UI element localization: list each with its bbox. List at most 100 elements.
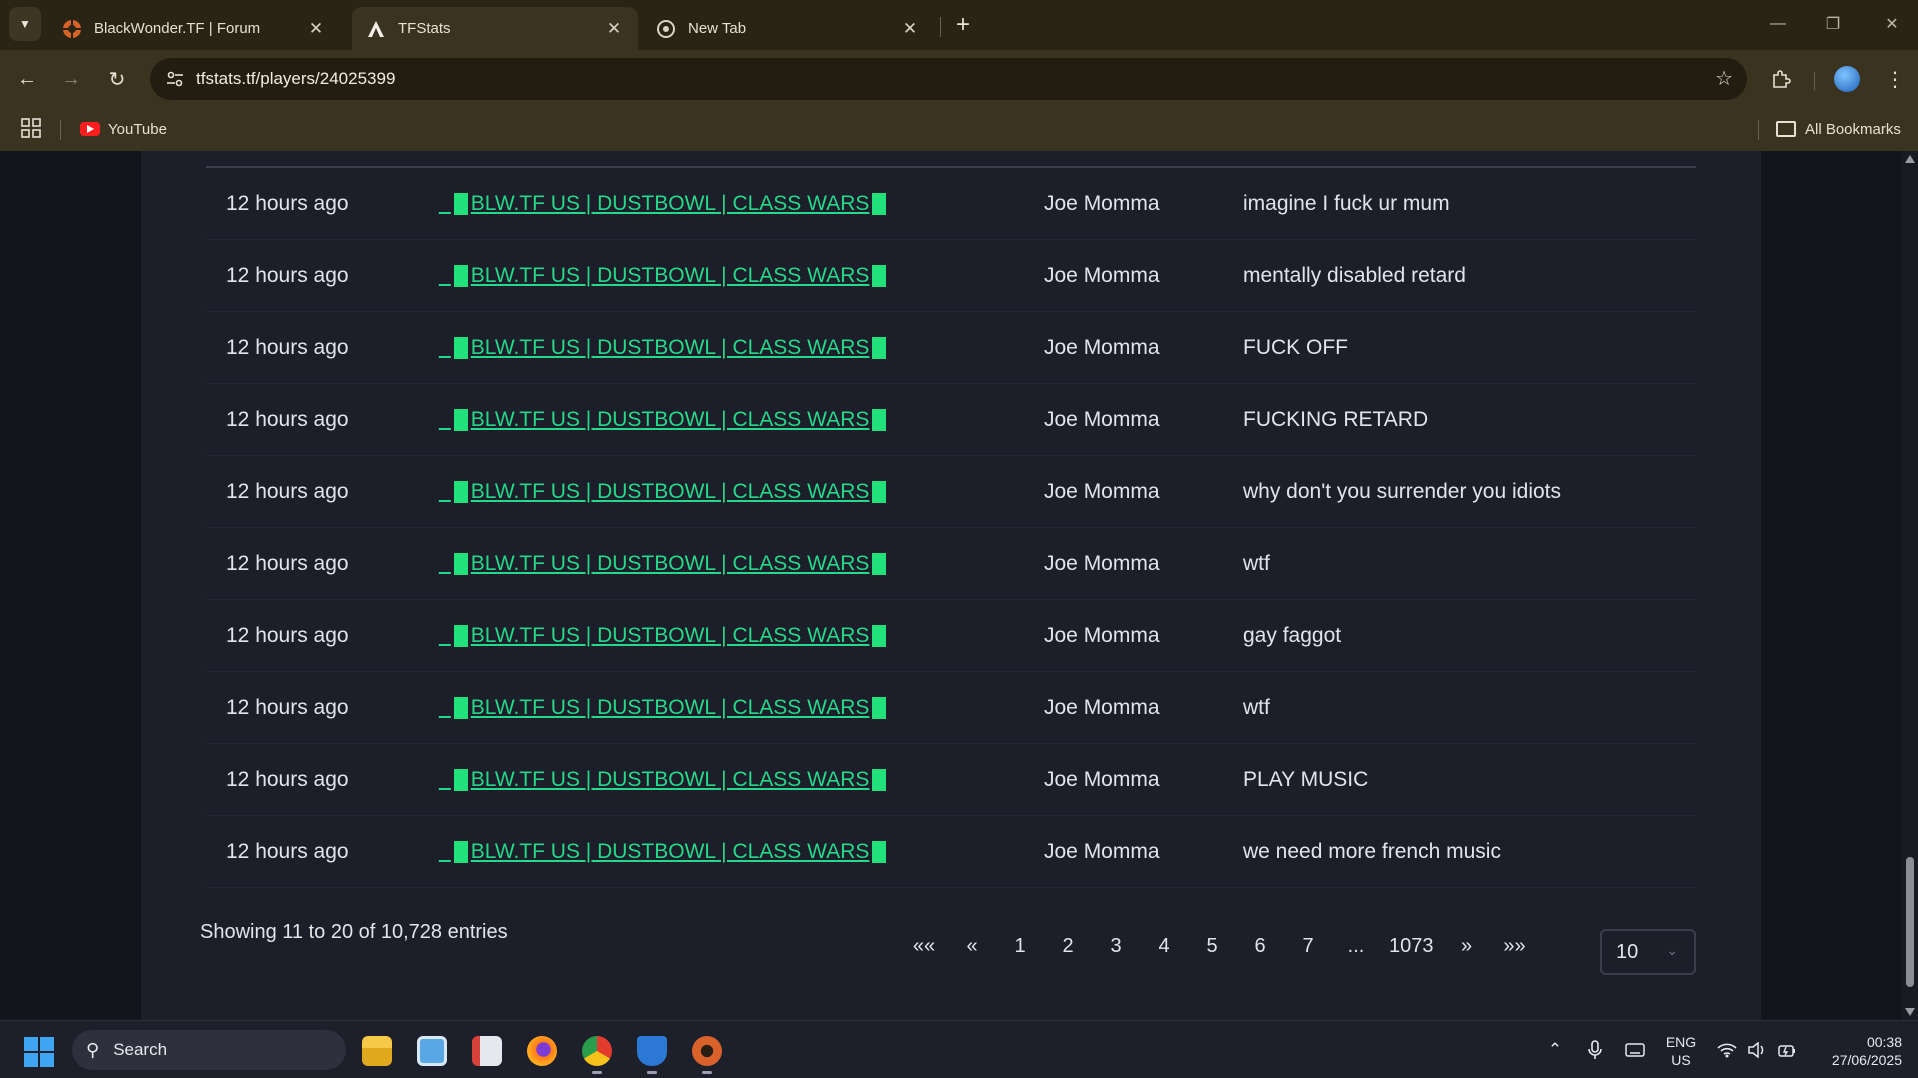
first-page-button[interactable]: «« — [900, 921, 948, 971]
scroll-down-arrow-icon[interactable] — [1905, 1008, 1915, 1016]
bookmark-youtube[interactable]: YouTube — [80, 116, 167, 142]
server-link[interactable]: _ BLW.TF US | DUSTBOWL | CLASS WARS — [439, 816, 889, 888]
server-block-glyph — [453, 553, 468, 575]
profile-avatar[interactable] — [1834, 66, 1860, 92]
server-link[interactable]: _ BLW.TF US | DUSTBOWL | CLASS WARS — [439, 672, 889, 744]
microphone-icon[interactable] — [1580, 1035, 1610, 1065]
wifi-icon[interactable] — [1714, 1035, 1740, 1065]
new-tab-button[interactable]: + — [948, 10, 978, 40]
all-bookmarks-button[interactable]: All Bookmarks — [1776, 116, 1901, 142]
table-row: 12 hours ago _ BLW.TF US | DUSTBOWL | CLAS… — [206, 672, 1696, 744]
player-name: Joe Momma — [1044, 264, 1160, 287]
tf2-logo-icon — [62, 18, 82, 39]
player-name: Joe Momma — [1044, 552, 1160, 575]
message-time: 12 hours ago — [226, 552, 349, 575]
reload-button[interactable]: ↻ — [102, 64, 132, 94]
show-hidden-icons-chevron-up-icon[interactable]: ⌃ — [1540, 1035, 1570, 1065]
close-icon[interactable]: ✕ — [600, 15, 628, 43]
site-info-icon[interactable] — [162, 66, 188, 92]
running-indicator — [647, 1071, 657, 1074]
server-name: BLW.TF US | DUSTBOWL | CLASS WARS — [470, 624, 870, 647]
server-link[interactable]: _ BLW.TF US | DUSTBOWL | CLASS WARS — [439, 528, 889, 600]
player-name: Joe Momma — [1044, 768, 1160, 791]
page-number-button[interactable]: 5 — [1188, 921, 1236, 971]
page-number-button[interactable]: 4 — [1140, 921, 1188, 971]
window-close-button[interactable]: ✕ — [1872, 8, 1912, 40]
server-link[interactable]: _ BLW.TF US | DUSTBOWL | CLASS WARS — [439, 240, 889, 312]
scrollbar-thumb[interactable] — [1906, 857, 1914, 987]
tab-tfstats[interactable]: TFStats ✕ — [352, 7, 638, 50]
last-page-button[interactable]: »» — [1491, 921, 1539, 971]
close-icon[interactable]: ✕ — [896, 15, 924, 43]
volume-icon[interactable] — [1744, 1035, 1770, 1065]
windows-start-icon[interactable] — [24, 1037, 54, 1067]
server-link[interactable]: _ BLW.TF US | DUSTBOWL | CLASS WARS — [439, 456, 889, 528]
search-label: Search — [113, 1040, 168, 1059]
server-name: BLW.TF US | DUSTBOWL | CLASS WARS — [470, 336, 870, 359]
page-number-button[interactable]: 1 — [996, 921, 1044, 971]
server-prefix: _ — [439, 696, 451, 719]
server-link[interactable]: _ BLW.TF US | DUSTBOWL | CLASS WARS — [439, 168, 889, 240]
server-block-glyph — [453, 481, 468, 503]
system-clock[interactable]: 00:38 27/06/2025 — [1810, 1033, 1902, 1069]
page-size-select[interactable]: 10 ⌄ — [1600, 929, 1696, 975]
chrome-icon[interactable] — [577, 1031, 617, 1074]
previous-page-button[interactable]: « — [948, 921, 996, 971]
restore-button[interactable]: ❐ — [1813, 8, 1853, 40]
tab-search-button[interactable]: ▼ — [9, 7, 41, 41]
folder-icon — [1776, 121, 1796, 137]
file-explorer-icon[interactable] — [357, 1031, 397, 1071]
apps-grid-icon[interactable] — [20, 117, 44, 141]
page-number-button[interactable]: 1073 — [1380, 921, 1443, 971]
server-link[interactable]: _ BLW.TF US | DUSTBOWL | CLASS WARS — [439, 384, 889, 456]
tf2-icon[interactable] — [687, 1031, 727, 1074]
input-language[interactable]: ENG US — [1664, 1033, 1698, 1069]
page-number-button[interactable]: 2 — [1044, 921, 1092, 971]
tab-new-tab[interactable]: New Tab ✕ — [642, 7, 934, 50]
next-page-button[interactable]: » — [1443, 921, 1491, 971]
toolbar-separator — [1814, 72, 1815, 90]
extensions-button[interactable] — [1766, 64, 1796, 94]
server-prefix: _ — [439, 624, 451, 647]
page-number-button[interactable]: 6 — [1236, 921, 1284, 971]
table-row: 12 hours ago _ BLW.TF US | DUSTBOWL | CLAS… — [206, 240, 1696, 312]
close-icon[interactable]: ✕ — [302, 15, 330, 43]
scroll-up-arrow-icon[interactable] — [1905, 155, 1915, 163]
server-name: BLW.TF US | DUSTBOWL | CLASS WARS — [470, 408, 870, 431]
antivirus-shield-icon[interactable] — [632, 1031, 672, 1074]
taskbar-search[interactable]: ⚲ Search — [72, 1030, 346, 1070]
page-number-button[interactable]: 7 — [1284, 921, 1332, 971]
tab-blackwonder-forum[interactable]: BlackWonder.TF | Forum ✕ — [48, 7, 340, 50]
url-text: tfstats.tf/players/24025399 — [196, 69, 396, 88]
browser-menu-button[interactable]: ⋮ — [1880, 64, 1910, 94]
control-panel-icon[interactable] — [412, 1031, 452, 1071]
table-row: 12 hours ago _ BLW.TF US | DUSTBOWL | CLAS… — [206, 168, 1696, 240]
server-link[interactable]: _ BLW.TF US | DUSTBOWL | CLASS WARS — [439, 600, 889, 672]
server-prefix: _ — [439, 264, 451, 287]
running-indicator — [702, 1071, 712, 1074]
page-number-button[interactable]: 3 — [1092, 921, 1140, 971]
tab-separator — [940, 17, 941, 37]
forward-button[interactable]: → — [56, 64, 86, 94]
more-vertical-icon: ⋮ — [1885, 68, 1905, 91]
tab-strip: ▼ BlackWonder.TF | Forum ✕ TFStats ✕ New… — [0, 0, 1918, 50]
player-name: Joe Momma — [1044, 480, 1160, 503]
page-scrollbar[interactable] — [1902, 151, 1918, 1020]
snipping-tool-icon[interactable] — [467, 1031, 507, 1071]
firefox-icon[interactable] — [522, 1031, 562, 1071]
running-indicator — [592, 1071, 602, 1074]
server-prefix: _ — [439, 840, 451, 863]
player-name: Joe Momma — [1044, 336, 1160, 359]
server-link[interactable]: _ BLW.TF US | DUSTBOWL | CLASS WARS — [439, 744, 889, 816]
address-bar[interactable]: tfstats.tf/players/24025399 ☆ — [150, 58, 1747, 100]
keyboard-icon[interactable] — [1620, 1035, 1650, 1065]
table-row: 12 hours ago _ BLW.TF US | DUSTBOWL | CLAS… — [206, 528, 1696, 600]
minimize-button[interactable]: — — [1758, 8, 1798, 40]
battery-icon[interactable] — [1774, 1035, 1800, 1065]
bookmark-star-icon[interactable]: ☆ — [1715, 66, 1733, 91]
server-link[interactable]: _ BLW.TF US | DUSTBOWL | CLASS WARS — [439, 312, 889, 384]
back-button[interactable]: ← — [12, 64, 42, 94]
server-block-glyph — [872, 481, 887, 503]
chat-message: PLAY MUSIC — [1243, 768, 1369, 791]
server-name: BLW.TF US | DUSTBOWL | CLASS WARS — [470, 552, 870, 575]
